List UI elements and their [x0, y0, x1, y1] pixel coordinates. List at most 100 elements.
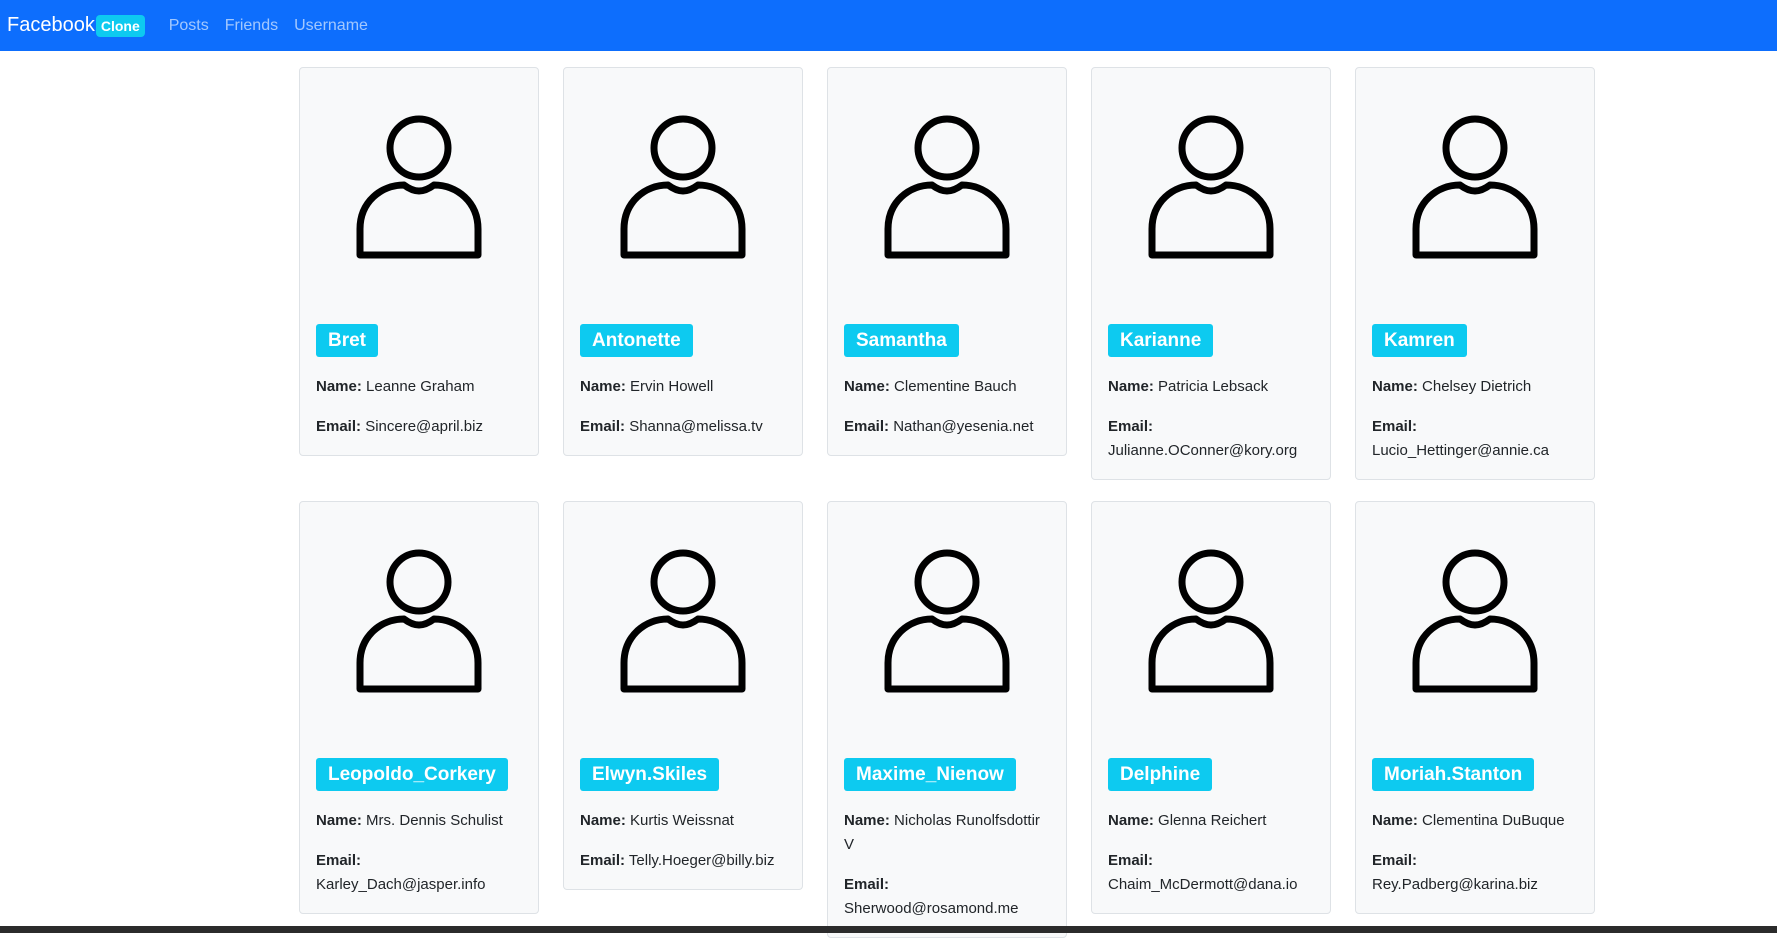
- user-email-field: Email: Sincere@april.biz: [316, 415, 522, 439]
- email-label: Email:: [580, 852, 626, 869]
- person-outline-icon: [620, 549, 746, 693]
- email-label: Email:: [580, 418, 626, 435]
- user-name-value: Ervin Howell: [630, 378, 714, 395]
- nav-links: Posts Friends Username: [169, 17, 384, 35]
- person-outline-icon: [1148, 115, 1274, 259]
- email-label: Email:: [1108, 852, 1154, 869]
- person-outline-icon: [356, 115, 482, 259]
- user-email-field: Email: Chaim_McDermott@dana.io: [1108, 849, 1314, 897]
- user-email-value: Sherwood@rosamond.me: [844, 900, 1019, 917]
- user-name-field: Name: Mrs. Dennis Schulist: [316, 809, 522, 833]
- avatar: [316, 68, 522, 324]
- user-name-field: Name: Patricia Lebsack: [1108, 375, 1314, 399]
- user-email-field: Email: Shanna@melissa.tv: [580, 415, 786, 439]
- user-email-value: Telly.Hoeger@billy.biz: [628, 852, 775, 869]
- user-card: Maxime_Nienow Name: Nicholas Runolfsdotti…: [827, 501, 1067, 938]
- user-email-field: Email: Rey.Padberg@karina.biz: [1372, 849, 1578, 897]
- user-email-field: Email: Lucio_Hettinger@annie.ca: [1372, 415, 1578, 463]
- username-badge: Moriah.Stanton: [1372, 758, 1535, 791]
- user-card: Leopoldo_Corkery Name: Mrs. Dennis Schuli…: [299, 501, 539, 914]
- user-name-value: Mrs. Dennis Schulist: [366, 812, 503, 829]
- user-name-field: Name: Leanne Graham: [316, 375, 522, 399]
- person-outline-icon: [884, 115, 1010, 259]
- avatar: [1372, 502, 1578, 758]
- user-card: Kamren Name: Chelsey Dietrich Email: Lucio…: [1355, 67, 1595, 480]
- user-email-value: Julianne.OConner@kory.org: [1108, 442, 1298, 459]
- username-badge: Maxime_Nienow: [844, 758, 1016, 791]
- user-name-value: Clementine Bauch: [894, 378, 1017, 395]
- avatar: [844, 502, 1050, 758]
- name-label: Name:: [316, 378, 362, 395]
- avatar: [1108, 502, 1314, 758]
- person-outline-icon: [884, 549, 1010, 693]
- username-badge: Karianne: [1108, 324, 1214, 357]
- nav-link-friends[interactable]: Friends: [225, 17, 278, 35]
- avatar: [1372, 68, 1578, 324]
- username-badge: Bret: [316, 324, 379, 357]
- nav-link-username[interactable]: Username: [294, 17, 368, 35]
- email-label: Email:: [1108, 418, 1154, 435]
- user-email-field: Email: Nathan@yesenia.net: [844, 415, 1050, 439]
- email-label: Email:: [316, 852, 362, 869]
- avatar: [580, 502, 786, 758]
- user-card: Karianne Name: Patricia Lebsack Email: Jul…: [1091, 67, 1331, 480]
- brand-badge: Clone: [95, 14, 145, 37]
- user-email-value: Nathan@yesenia.net: [893, 418, 1034, 435]
- user-name-field: Name: Nicholas Runolfsdottir V: [844, 809, 1050, 857]
- name-label: Name:: [1108, 812, 1154, 829]
- person-outline-icon: [620, 115, 746, 259]
- avatar: [1108, 68, 1314, 324]
- user-name-field: Name: Clementina DuBuque: [1372, 809, 1578, 833]
- user-name-field: Name: Ervin Howell: [580, 375, 786, 399]
- user-email-value: Shanna@melissa.tv: [629, 418, 763, 435]
- user-email-value: Karley_Dach@jasper.info: [316, 876, 486, 893]
- user-email-value: Rey.Padberg@karina.biz: [1372, 876, 1538, 893]
- user-card: Bret Name: Leanne Graham Email: Sincere@ap…: [299, 67, 539, 456]
- username-badge: Delphine: [1108, 758, 1213, 791]
- user-email-field: Email: Julianne.OConner@kory.org: [1108, 415, 1314, 463]
- name-label: Name:: [580, 812, 626, 829]
- email-label: Email:: [1372, 418, 1418, 435]
- window-bottom-edge: [0, 926, 1777, 933]
- user-name-value: Patricia Lebsack: [1158, 378, 1269, 395]
- username-badge: Elwyn.Skiles: [580, 758, 720, 791]
- user-name-value: Clementina DuBuque: [1422, 812, 1565, 829]
- brand-link[interactable]: Facebook Clone: [7, 14, 145, 37]
- user-name-field: Name: Clementine Bauch: [844, 375, 1050, 399]
- user-name-value: Kurtis Weissnat: [630, 812, 734, 829]
- user-card: Samantha Name: Clementine Bauch Email: Nat…: [827, 67, 1067, 456]
- avatar: [580, 68, 786, 324]
- user-name-field: Name: Kurtis Weissnat: [580, 809, 786, 833]
- name-label: Name:: [1108, 378, 1154, 395]
- user-card: Delphine Name: Glenna Reichert Email: Chai…: [1091, 501, 1331, 914]
- email-label: Email:: [316, 418, 362, 435]
- user-name-field: Name: Chelsey Dietrich: [1372, 375, 1578, 399]
- user-card: Elwyn.Skiles Name: Kurtis Weissnat Email: …: [563, 501, 803, 890]
- username-badge: Kamren: [1372, 324, 1467, 357]
- user-name-value: Leanne Graham: [366, 378, 475, 395]
- username-badge: Antonette: [580, 324, 693, 357]
- nav-link-posts[interactable]: Posts: [169, 17, 209, 35]
- brand-text: Facebook: [7, 14, 95, 36]
- user-name-field: Name: Glenna Reichert: [1108, 809, 1314, 833]
- person-outline-icon: [1412, 549, 1538, 693]
- user-email-value: Chaim_McDermott@dana.io: [1108, 876, 1298, 893]
- name-label: Name:: [844, 378, 890, 395]
- user-name-value: Glenna Reichert: [1158, 812, 1267, 829]
- avatar: [844, 68, 1050, 324]
- user-card: Moriah.Stanton Name: Clementina DuBuque Em…: [1355, 501, 1595, 914]
- user-name-value: Chelsey Dietrich: [1422, 378, 1532, 395]
- person-outline-icon: [1148, 549, 1274, 693]
- username-badge: Leopoldo_Corkery: [316, 758, 508, 791]
- email-label: Email:: [844, 876, 890, 893]
- person-outline-icon: [356, 549, 482, 693]
- user-card: Antonette Name: Ervin Howell Email: Shanna…: [563, 67, 803, 456]
- name-label: Name:: [1372, 812, 1418, 829]
- navbar: Facebook Clone Posts Friends Username: [0, 0, 1777, 51]
- name-label: Name:: [580, 378, 626, 395]
- name-label: Name:: [844, 812, 890, 829]
- user-email-value: Sincere@april.biz: [365, 418, 483, 435]
- name-label: Name:: [1372, 378, 1418, 395]
- username-badge: Samantha: [844, 324, 959, 357]
- avatar: [316, 502, 522, 758]
